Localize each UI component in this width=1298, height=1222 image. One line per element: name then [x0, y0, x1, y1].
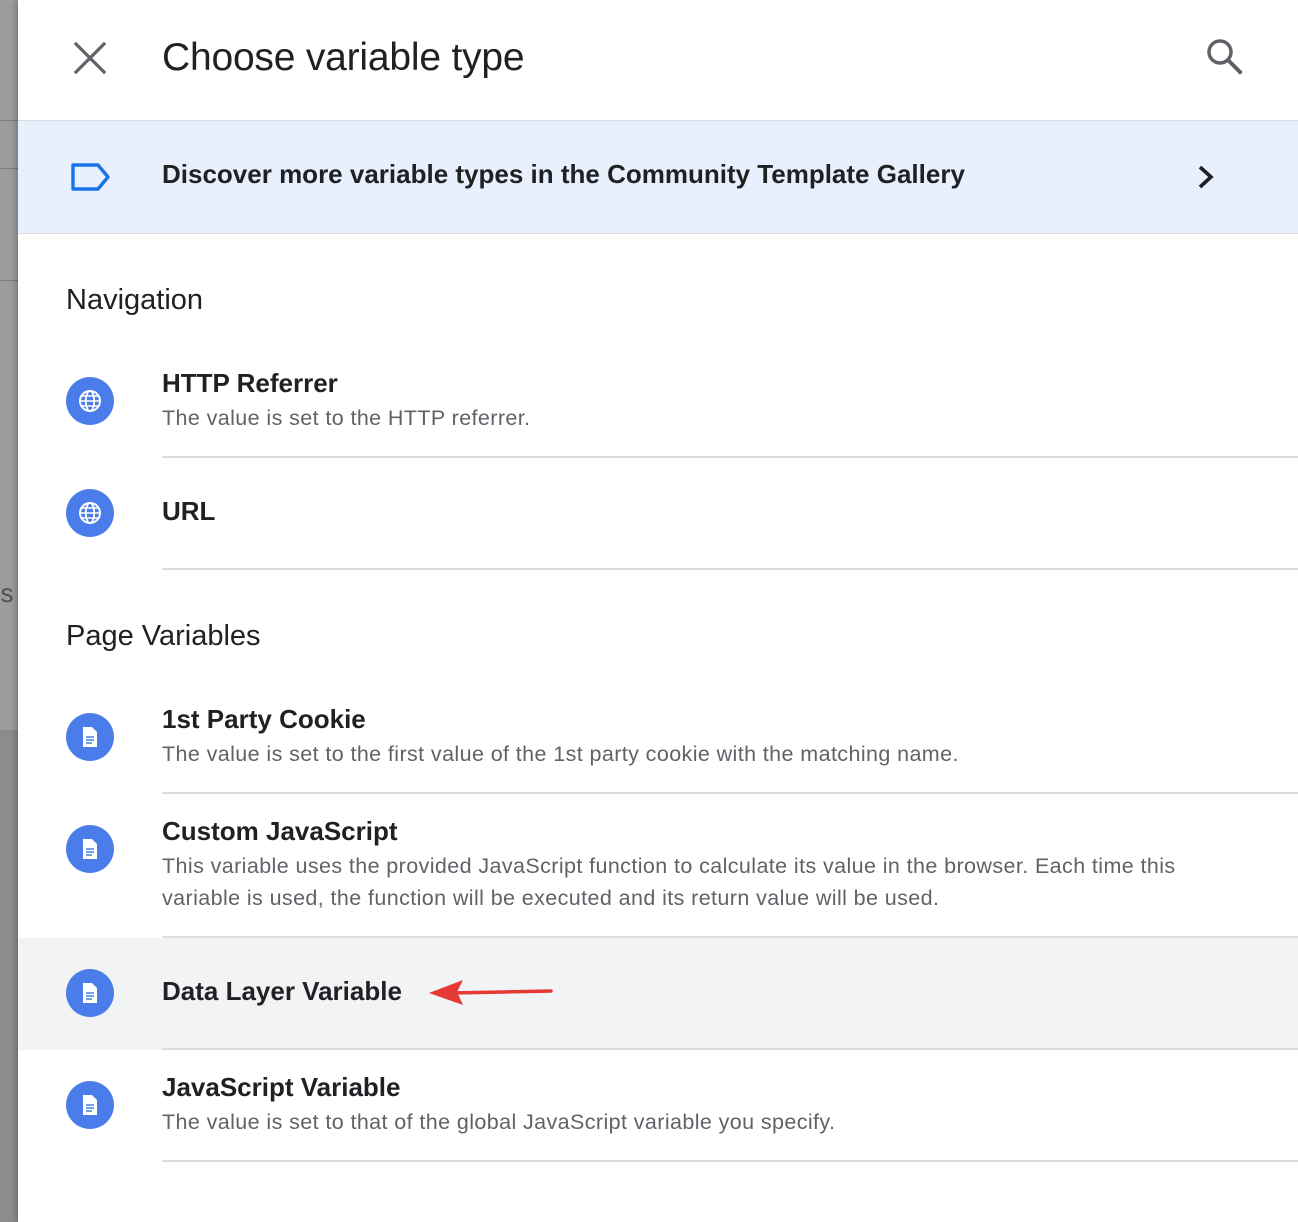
document-icon	[66, 825, 114, 873]
list-item-url[interactable]: URL	[18, 458, 1298, 570]
globe-icon	[66, 377, 114, 425]
search-button[interactable]	[1202, 34, 1248, 80]
page-title: Choose variable type	[162, 36, 525, 79]
background-card	[0, 0, 18, 730]
list-item-custom-javascript[interactable]: Custom JavaScript This variable uses the…	[18, 794, 1298, 938]
red-arrow	[429, 980, 553, 1005]
item-description: The value is set to the HTTP referrer.	[162, 406, 531, 430]
variable-type-panel: Choose variable type Discover more varia…	[18, 0, 1298, 1222]
search-icon	[1207, 39, 1243, 75]
section-heading-navigation: Navigation	[66, 284, 204, 316]
tag-icon	[71, 163, 110, 191]
document-icon	[66, 969, 114, 1017]
close-button[interactable]	[68, 36, 112, 80]
item-title: 1st Party Cookie	[162, 704, 366, 734]
divider	[162, 1160, 1298, 1162]
chevron-right-icon	[1198, 165, 1214, 189]
document-icon	[66, 1081, 114, 1129]
item-title: Custom JavaScript	[162, 816, 398, 846]
list-item-http-referrer[interactable]: HTTP Referrer The value is set to the HT…	[18, 348, 1298, 458]
list-item-javascript-variable[interactable]: JavaScript Variable The value is set to …	[18, 1050, 1298, 1162]
item-description: The value is set to the first value of t…	[162, 742, 959, 766]
section-heading-page-variables: Page Variables	[66, 620, 261, 652]
document-icon	[66, 713, 114, 761]
item-title: JavaScript Variable	[162, 1072, 401, 1102]
background-divider	[0, 168, 18, 169]
community-gallery-banner[interactable]: Discover more variable types in the Comm…	[18, 121, 1298, 234]
list-item-data-layer-variable[interactable]: Data Layer Variable	[18, 938, 1298, 1050]
background-divider	[0, 120, 18, 121]
background-text: os	[0, 578, 14, 608]
item-title: URL	[162, 496, 216, 526]
list-item-1st-party-cookie[interactable]: 1st Party Cookie The value is set to the…	[18, 684, 1298, 794]
item-title: Data Layer Variable	[162, 976, 402, 1006]
panel-header: Choose variable type	[18, 0, 1298, 121]
item-description: The value is set to that of the global J…	[162, 1110, 836, 1134]
banner-label: Discover more variable types in the Comm…	[162, 159, 965, 189]
divider	[162, 568, 1298, 570]
globe-icon	[66, 489, 114, 537]
item-description: This variable uses the provided JavaScri…	[162, 854, 1176, 910]
item-title: HTTP Referrer	[162, 368, 338, 398]
background-divider	[0, 280, 18, 281]
close-icon	[73, 41, 107, 75]
background-page: os	[0, 0, 18, 1222]
